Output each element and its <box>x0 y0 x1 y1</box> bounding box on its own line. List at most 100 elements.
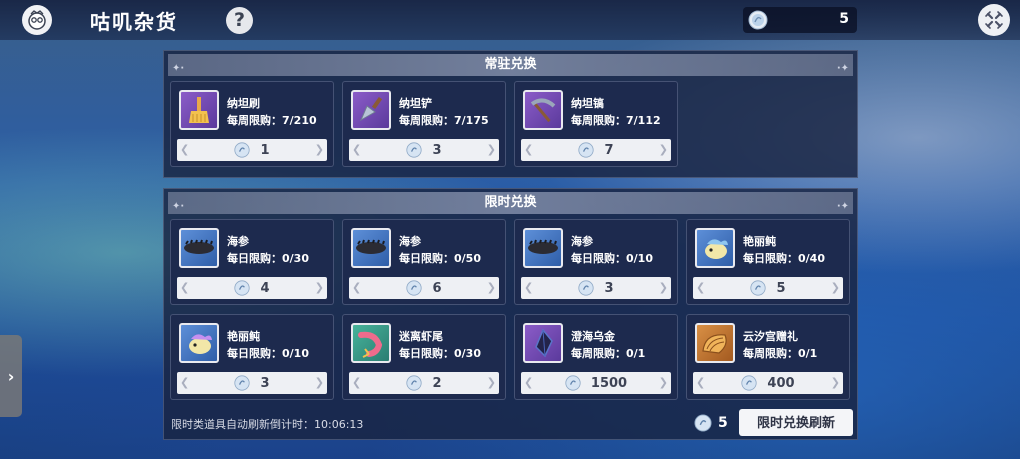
refresh-cost: 5 <box>694 414 728 432</box>
item-price: 3 <box>260 375 270 391</box>
chevron-right-icon: › <box>7 366 15 386</box>
item-price: 3 <box>604 280 614 296</box>
ornament-right-icon: ·✦ <box>836 63 849 74</box>
shop-item-card[interactable]: 云汐宫赠礼 每周限购：0/1 ❮ 400 ❯ <box>686 314 850 400</box>
shop-title: 咕叽杂货 <box>90 10 178 34</box>
sea-cucumber-icon <box>179 228 219 268</box>
currency-value: 5 <box>839 11 849 27</box>
refresh-cost-value: 5 <box>718 415 728 431</box>
shop-item-card[interactable]: 迷离虾尾 每日限购：0/30 ❮ 2 ❯ <box>342 314 506 400</box>
item-name: 澄海乌金 <box>571 330 615 343</box>
coin-icon <box>750 280 767 296</box>
shop-item-card[interactable]: 艳丽鲀 每日限购：0/10 ❮ 3 ❯ <box>170 314 334 400</box>
item-price: 6 <box>432 280 442 296</box>
item-name: 海参 <box>571 235 593 248</box>
purchase-limit: 每日限购：0/10 <box>227 347 309 360</box>
item-price: 3 <box>432 142 442 158</box>
item-price: 2 <box>432 375 442 391</box>
item-name: 海参 <box>227 235 249 248</box>
sea-cucumber-icon <box>523 228 563 268</box>
price-button[interactable]: ❮ 3 ❯ <box>521 277 671 299</box>
permanent-exchange-header: ✦· 常驻兑换 ·✦ <box>168 54 853 76</box>
coin-icon <box>406 142 423 158</box>
limited-exchange-header: ✦· 限时兑换 ·✦ <box>168 192 853 214</box>
shop-item-card[interactable]: 纳坦镐 每周限购：7/112 ❮ 7 ❯ <box>514 81 678 167</box>
price-button[interactable]: ❮ 3 ❯ <box>349 139 499 161</box>
pufferfish-icon <box>695 228 735 268</box>
trowel-icon <box>351 90 391 130</box>
shop-item-card[interactable]: 海参 每日限购：0/50 ❮ 6 ❯ <box>342 219 506 305</box>
purchase-limit: 每周限购：7/210 <box>227 114 317 127</box>
shop-item-card[interactable]: 海参 每日限购：0/10 ❮ 3 ❯ <box>514 219 678 305</box>
shop-item-card[interactable]: 艳丽鲀 每日限购：0/40 ❮ 5 ❯ <box>686 219 850 305</box>
close-button[interactable] <box>978 4 1010 36</box>
purchase-limit: 每周限购：0/1 <box>743 347 818 360</box>
item-price: 400 <box>767 375 795 391</box>
coin-icon <box>578 142 595 158</box>
price-button[interactable]: ❮ 3 ❯ <box>177 372 327 394</box>
side-expand-button[interactable]: › <box>0 335 22 417</box>
ornament-left-icon: ✦· <box>172 63 185 74</box>
price-button[interactable]: ❮ 6 ❯ <box>349 277 499 299</box>
item-name: 纳坦铲 <box>399 97 432 110</box>
shop-item-card[interactable]: 纳坦铲 每周限购：7/175 ❮ 3 ❯ <box>342 81 506 167</box>
permanent-exchange-title: 常驻兑换 <box>484 57 537 72</box>
item-name: 艳丽鲀 <box>743 235 776 248</box>
coin-icon <box>694 414 712 432</box>
purchase-limit: 每日限购：0/30 <box>227 252 309 265</box>
purchase-limit: 每周限购：0/1 <box>571 347 646 360</box>
ornament-right-icon: ·✦ <box>836 201 849 212</box>
close-icon <box>985 11 1003 29</box>
coin-icon <box>406 375 423 391</box>
price-button[interactable]: ❮ 2 ❯ <box>349 372 499 394</box>
item-price: 4 <box>260 280 270 296</box>
item-price: 1500 <box>590 375 628 391</box>
item-name: 纳坦镐 <box>571 97 604 110</box>
help-button[interactable]: ? <box>226 7 253 34</box>
broom-icon <box>179 90 219 130</box>
top-bar: 咕叽杂货 ? 5 <box>0 0 1020 40</box>
shop-item-card[interactable]: 海参 每日限购：0/30 ❮ 4 ❯ <box>170 219 334 305</box>
shop-keeper-avatar-icon <box>22 5 52 35</box>
item-name: 迷离虾尾 <box>399 330 443 343</box>
item-price: 7 <box>604 142 614 158</box>
price-button[interactable]: ❮ 1500 ❯ <box>521 372 671 394</box>
coin-icon <box>234 142 251 158</box>
shop-item-card[interactable]: 澄海乌金 每周限购：0/1 ❮ 1500 ❯ <box>514 314 678 400</box>
dark-crystal-icon <box>523 323 563 363</box>
shrimp-tail-icon <box>351 323 391 363</box>
price-button[interactable]: ❮ 5 ❯ <box>693 277 843 299</box>
pickaxe-icon <box>523 90 563 130</box>
sea-cucumber-icon <box>351 228 391 268</box>
refresh-countdown: 限时类道具自动刷新倒计时：10:06:13 <box>171 418 364 431</box>
price-button[interactable]: ❮ 4 ❯ <box>177 277 327 299</box>
purchase-limit: 每周限购：7/112 <box>571 114 661 127</box>
purchase-limit: 每日限购：0/50 <box>399 252 481 265</box>
coin-icon <box>234 280 251 296</box>
limited-exchange-panel: ✦· 限时兑换 ·✦ 海参 每日限购：0/30 ❮ 4 ❯ 海参 每日限购：0/… <box>163 188 858 440</box>
coin-icon <box>578 280 595 296</box>
purchase-limit: 每日限购：0/30 <box>399 347 481 360</box>
coin-icon <box>565 375 581 391</box>
purchase-limit: 每周限购：7/175 <box>399 114 489 127</box>
limited-refresh-button[interactable]: 限时兑换刷新 <box>739 409 853 436</box>
item-name: 海参 <box>399 235 421 248</box>
limited-exchange-title: 限时兑换 <box>484 195 537 210</box>
coin-icon <box>748 10 768 34</box>
price-button[interactable]: ❮ 1 ❯ <box>177 139 327 161</box>
item-price: 5 <box>776 280 786 296</box>
shell-gift-icon <box>695 323 735 363</box>
currency-display: 5 <box>743 7 857 33</box>
item-name: 艳丽鲀 <box>227 330 260 343</box>
price-button[interactable]: ❮ 7 ❯ <box>521 139 671 161</box>
item-name: 纳坦刷 <box>227 97 260 110</box>
purchase-limit: 每日限购：0/40 <box>743 252 825 265</box>
price-button[interactable]: ❮ 400 ❯ <box>693 372 843 394</box>
shop-item-card[interactable]: 纳坦刷 每周限购：7/210 ❮ 1 ❯ <box>170 81 334 167</box>
permanent-exchange-panel: ✦· 常驻兑换 ·✦ 纳坦刷 每周限购：7/210 ❮ 1 ❯ 纳坦铲 每周限购… <box>163 50 858 178</box>
ornament-left-icon: ✦· <box>172 201 185 212</box>
coin-icon <box>234 375 251 391</box>
item-name: 云汐宫赠礼 <box>743 330 798 343</box>
pufferfish-icon <box>179 323 219 363</box>
item-price: 1 <box>260 142 270 158</box>
